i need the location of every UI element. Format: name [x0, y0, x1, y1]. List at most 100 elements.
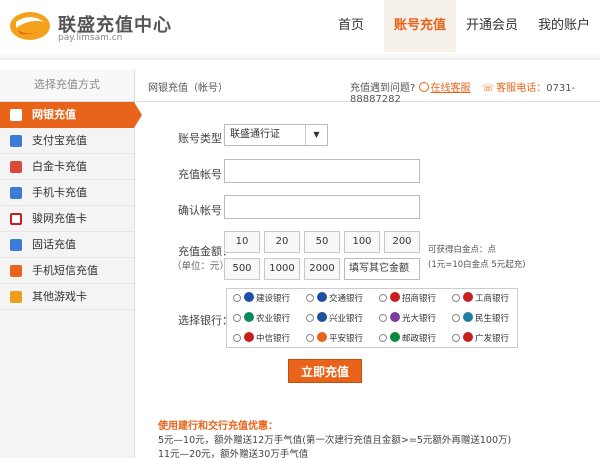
nav-account-recharge[interactable]: 账号充值 [384, 0, 456, 52]
bank-option-abc[interactable]: 农业银行 [227, 309, 300, 329]
card-icon [10, 109, 22, 121]
sidebar-item-platinum-card[interactable]: 白金卡充值 [0, 154, 134, 180]
game-card-icon [10, 291, 22, 303]
radio-button[interactable] [233, 334, 241, 342]
account-input[interactable] [224, 159, 420, 183]
nav-my-account[interactable]: 我的账户 [528, 0, 600, 52]
bank-name: 交通银行 [329, 294, 364, 304]
bank-logo-icon [244, 292, 254, 302]
amount-option[interactable]: 10 [224, 231, 260, 253]
bonus-points-note: 可获得白金点：点 [428, 245, 497, 255]
bank-name: 中信银行 [256, 334, 291, 344]
amount-option[interactable]: 1000 [264, 258, 300, 280]
radio-button[interactable] [452, 334, 460, 342]
bank-name: 邮政银行 [402, 334, 437, 344]
chevron-down-icon: ▼ [305, 125, 327, 145]
amount-unit: （单位：元） [172, 261, 230, 272]
person-icon [418, 82, 429, 92]
shield-icon [10, 135, 22, 147]
bank-option-citic[interactable]: 中信银行 [227, 329, 300, 349]
promo-line: 5元—10元，额外赠送12万手气值(第一次建行充值且金额>=5元额外再赠送100… [158, 435, 512, 446]
sidebar-item-phone-card[interactable]: 手机卡充值 [0, 180, 134, 206]
promo-title: 使用建行和交行充值优惠： [158, 421, 278, 432]
nav-membership[interactable]: 开通会员 [456, 0, 528, 52]
landline-icon [10, 239, 22, 251]
header-divider [0, 52, 600, 60]
bank-name: 民生银行 [475, 314, 510, 324]
submit-recharge-button[interactable]: 立即充值 [288, 359, 362, 383]
radio-button[interactable] [452, 294, 460, 302]
sidebar: 选择充值方式 网银充值 支付宝充值 白金卡充值 手机卡充值 骏网充值卡 固话充值… [0, 70, 142, 458]
sidebar-item-label: 网银充值 [32, 108, 76, 121]
radio-button[interactable] [452, 314, 460, 322]
sidebar-item-label: 支付宝充值 [32, 134, 87, 147]
account-type-value: 联盛通行证 [230, 129, 280, 140]
amount-option[interactable]: 2000 [304, 258, 340, 280]
amount-option[interactable]: 50 [304, 231, 340, 253]
bank-name: 农业银行 [256, 314, 291, 324]
site-logo-icon [10, 12, 50, 40]
online-service-link[interactable]: 在线客服 [431, 83, 471, 94]
radio-button[interactable] [379, 314, 387, 322]
bank-option-psbc[interactable]: 邮政银行 [373, 329, 446, 349]
bank-option-icbc[interactable]: 工商银行 [446, 289, 519, 309]
phone-icon: ☏ [481, 83, 495, 94]
sidebar-item-junnet-card[interactable]: 骏网充值卡 [0, 206, 134, 232]
sidebar-item-landline[interactable]: 固话充值 [0, 232, 134, 258]
radio-button[interactable] [306, 294, 314, 302]
radio-button[interactable] [233, 314, 241, 322]
bank-logo-icon [390, 332, 400, 342]
bank-option-pingan[interactable]: 平安银行 [300, 329, 373, 349]
help-bar: 充值遇到问题? 在线客服 ☏ 客服电话：0731-88887282 [350, 79, 600, 105]
radio-button[interactable] [306, 314, 314, 322]
bank-name: 平安银行 [329, 334, 364, 344]
promo-line: 11元—20元，额外赠送30万手气值 [158, 449, 309, 458]
bank-name: 建设银行 [256, 294, 291, 304]
bank-name: 招商银行 [402, 294, 437, 304]
bank-logo-icon [390, 292, 400, 302]
amount-option[interactable]: 20 [264, 231, 300, 253]
sidebar-heading: 选择充值方式 [0, 70, 134, 102]
confirm-account-input[interactable] [224, 195, 420, 219]
nav-home[interactable]: 首页 [318, 0, 384, 52]
sidebar-item-label: 手机卡充值 [32, 186, 87, 199]
bank-logo-icon [244, 312, 254, 322]
sidebar-item-other-game-cards[interactable]: 其他游戏卡 [0, 284, 134, 310]
bank-logo-icon [463, 312, 473, 322]
bank-name: 光大银行 [402, 314, 437, 324]
bank-logo-icon [463, 332, 473, 342]
bank-option-cmb[interactable]: 招商银行 [373, 289, 446, 309]
site-header: 联盛充值中心 pay.limsam.cn 首页 账号充值 开通会员 我的账户 [0, 0, 600, 52]
bank-option-cgb[interactable]: 广发银行 [446, 329, 519, 349]
bank-option-cib[interactable]: 兴业银行 [300, 309, 373, 329]
radio-button[interactable] [306, 334, 314, 342]
bank-option-ceb[interactable]: 光大银行 [373, 309, 446, 329]
amount-option[interactable]: 500 [224, 258, 260, 280]
radio-button[interactable] [379, 294, 387, 302]
bank-logo-icon [317, 292, 327, 302]
sidebar-item-alipay[interactable]: 支付宝充值 [0, 128, 134, 154]
custom-amount-input[interactable]: 填写其它金额 [344, 258, 420, 280]
phone-label: 客服电话： [496, 83, 547, 94]
site-url: pay.limsam.cn [58, 33, 123, 43]
bank-option-cmbc[interactable]: 民生银行 [446, 309, 519, 329]
amount-option[interactable]: 100 [344, 231, 380, 253]
j-logo-icon [10, 213, 22, 225]
sidebar-item-label: 其他游戏卡 [32, 290, 87, 303]
amount-option[interactable]: 200 [384, 231, 420, 253]
sidebar-item-label: 固话充值 [32, 238, 76, 251]
card-icon [10, 161, 22, 173]
breadcrumb: 网银充值（帐号） [148, 83, 228, 94]
bank-logo-icon [390, 312, 400, 322]
radio-button[interactable] [233, 294, 241, 302]
bank-option-ccb[interactable]: 建设银行 [227, 289, 300, 309]
radio-button[interactable] [379, 334, 387, 342]
bank-option-bocom[interactable]: 交通银行 [300, 289, 373, 309]
account-type-select[interactable]: 联盛通行证 ▼ [224, 124, 328, 146]
sidebar-item-sms[interactable]: 手机短信充值 [0, 258, 134, 284]
bank-logo-icon [317, 312, 327, 322]
bank-name: 工商银行 [475, 294, 510, 304]
bank-name: 广发银行 [475, 334, 510, 344]
bank-grid: 建设银行 交通银行 招商银行 工商银行 农业银行 兴业银行 光大银行 民生银行 … [226, 288, 518, 348]
sidebar-item-bank[interactable]: 网银充值 [0, 102, 142, 128]
